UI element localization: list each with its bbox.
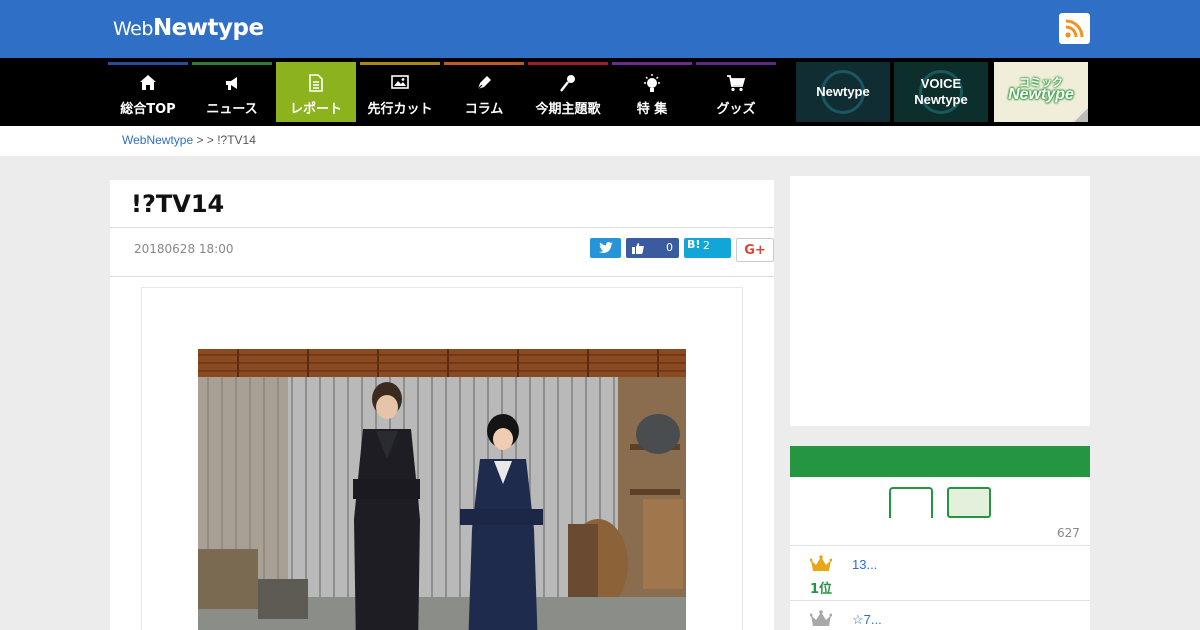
article-title: !?TV14 bbox=[131, 190, 225, 218]
nav-accent-bar bbox=[360, 62, 440, 65]
breadcrumb-current: !?TV14 bbox=[217, 133, 256, 147]
document-icon bbox=[276, 74, 356, 94]
ranking-item-title[interactable]: ☆7... bbox=[852, 612, 882, 628]
hatena-icon: B! bbox=[687, 238, 701, 251]
divider bbox=[790, 545, 1090, 546]
nav-accent-bar bbox=[192, 62, 272, 65]
breadcrumb-bar: WebNewtype > > !?TV14 bbox=[0, 126, 1200, 156]
nav-label: 今期主題歌 bbox=[535, 102, 601, 117]
facebook-like-button[interactable]: 0 bbox=[626, 238, 679, 258]
banner-label-2: Newtype bbox=[914, 92, 968, 107]
gold-crown-icon bbox=[810, 555, 832, 571]
nav-accent-bar bbox=[108, 62, 188, 65]
breadcrumb-separator: > bbox=[206, 133, 218, 147]
twitter-share-button[interactable] bbox=[590, 238, 621, 258]
nav-item-goods[interactable]: グッズ bbox=[696, 62, 776, 122]
article-image-frame bbox=[141, 287, 743, 630]
megaphone-icon bbox=[192, 74, 272, 94]
nav-label: ニュース bbox=[206, 102, 258, 117]
home-icon bbox=[108, 74, 188, 94]
breadcrumb-home-link[interactable]: WebNewtype bbox=[122, 133, 193, 147]
site-header: WebNewtype bbox=[0, 0, 1200, 58]
image-icon bbox=[360, 74, 440, 94]
nav-item-news[interactable]: ニュース bbox=[192, 62, 272, 122]
nav-accent-bar bbox=[612, 62, 692, 65]
nav-item-report[interactable]: レポート bbox=[276, 62, 356, 122]
breadcrumb: WebNewtype > > !?TV14 bbox=[122, 133, 256, 147]
photo-illustration bbox=[198, 349, 686, 630]
nav-accent-bar bbox=[528, 62, 608, 65]
nav-label: コラム bbox=[464, 102, 504, 117]
nav-label: レポート bbox=[289, 102, 342, 117]
voice-newtype-banner[interactable]: VOICE Newtype bbox=[894, 62, 988, 122]
google-plus-icon: G+ bbox=[744, 243, 766, 258]
ranking-tab-weekly[interactable] bbox=[947, 487, 991, 518]
page-curl-icon bbox=[1074, 108, 1088, 122]
nav-item-column[interactable]: コラム bbox=[444, 62, 524, 122]
microphone-icon bbox=[528, 74, 608, 94]
divider bbox=[110, 276, 774, 277]
ranking-header bbox=[790, 446, 1090, 477]
pen-icon bbox=[444, 74, 524, 94]
divider bbox=[790, 600, 1090, 601]
global-nav: 総合TOP ニュース レポート 先行カット コラム 今期主題歌 特 集 グッズ … bbox=[0, 58, 1200, 126]
cart-icon bbox=[696, 74, 776, 94]
newtype-banner[interactable]: Newtype bbox=[796, 62, 890, 122]
comic-newtype-banner[interactable]: コミック Newtype bbox=[994, 62, 1088, 122]
nav-item-feature[interactable]: 特 集 bbox=[612, 62, 692, 122]
lightbulb-icon bbox=[612, 74, 692, 94]
silver-crown-icon bbox=[810, 610, 832, 626]
ranking-item-title[interactable]: 13... bbox=[852, 557, 877, 572]
nav-accent-bar bbox=[696, 62, 776, 65]
rss-icon bbox=[1065, 19, 1084, 38]
facebook-like-count: 0 bbox=[666, 241, 673, 254]
site-logo[interactable]: WebNewtype bbox=[113, 15, 264, 41]
nav-label: 先行カット bbox=[367, 102, 433, 117]
hatena-bookmark-button[interactable]: B! 2 bbox=[684, 238, 731, 258]
thumbs-up-icon bbox=[632, 243, 644, 254]
ranking-count: 627 bbox=[1057, 526, 1080, 540]
banner-label-2: Newtype bbox=[1008, 86, 1074, 103]
rss-button[interactable] bbox=[1059, 13, 1090, 44]
ranking-rank: 1位 bbox=[809, 582, 833, 597]
nav-item-preview-cut[interactable]: 先行カット bbox=[360, 62, 440, 122]
banner-label-1: VOICE bbox=[920, 76, 962, 91]
article-date: 20180628 18:00 bbox=[134, 242, 234, 256]
nav-item-top[interactable]: 総合TOP bbox=[108, 62, 188, 122]
banner-label: Newtype bbox=[816, 84, 870, 99]
breadcrumb-separator: > bbox=[193, 133, 207, 147]
article-photo[interactable] bbox=[198, 349, 686, 630]
nav-item-theme-song[interactable]: 今期主題歌 bbox=[528, 62, 608, 122]
nav-accent-bar bbox=[444, 62, 524, 65]
sidebar-ad-slot[interactable] bbox=[790, 176, 1090, 426]
ranking-widget: 627 1位 13... ☆7... bbox=[790, 446, 1090, 630]
ranking-tab-daily[interactable] bbox=[889, 487, 933, 518]
article-card: !?TV14 20180628 18:00 0 B! 2 G+ bbox=[110, 180, 774, 630]
logo-newtype: Newtype bbox=[152, 15, 264, 41]
logo-web: Web bbox=[113, 18, 153, 40]
twitter-icon bbox=[599, 242, 613, 253]
hatena-bookmark-count: 2 bbox=[703, 239, 710, 252]
nav-label: 総合TOP bbox=[120, 102, 176, 117]
divider bbox=[110, 227, 774, 228]
nav-label: 特 集 bbox=[636, 102, 668, 117]
google-plus-share-button[interactable]: G+ bbox=[736, 238, 774, 262]
nav-label: グッズ bbox=[716, 102, 756, 117]
